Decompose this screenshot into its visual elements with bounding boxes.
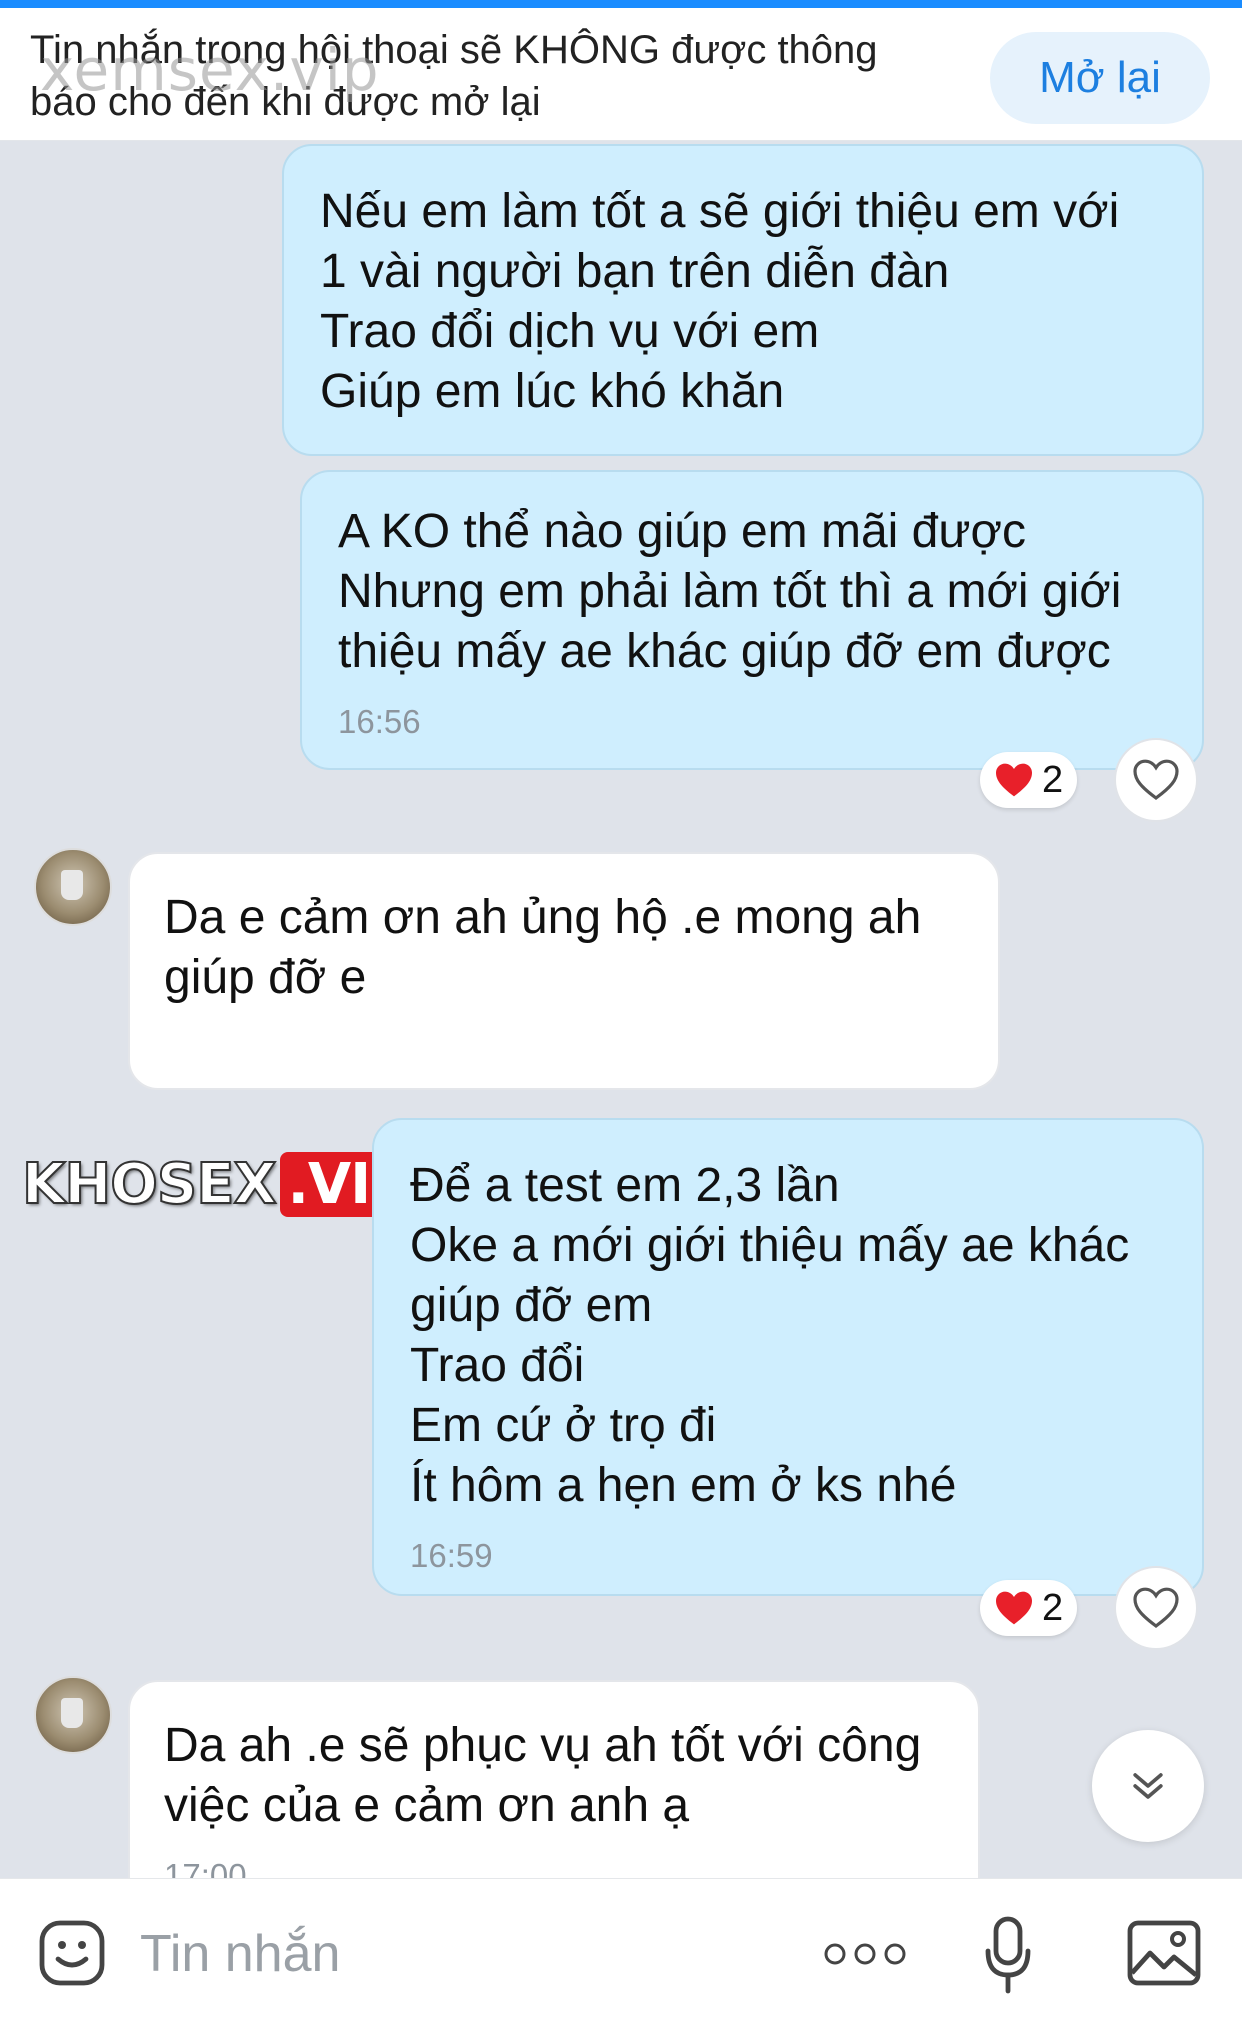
message-line: Để a test em 2,3 lần — [410, 1159, 840, 1212]
message-line: Em cứ ở trọ đi — [410, 1399, 717, 1452]
emoji-button[interactable] — [34, 1915, 110, 1991]
message-line: thiệu mấy ae khác giúp đỡ em được — [338, 625, 1111, 678]
message-input[interactable] — [140, 1919, 760, 1989]
message-line: Da ah .e sẽ phục vụ ah tốt với công — [164, 1719, 922, 1772]
scroll-to-bottom-button[interactable] — [1092, 1730, 1204, 1842]
message-line: Giúp em lúc khó khăn — [320, 365, 785, 418]
message-timestamp: 16:56 — [338, 703, 421, 740]
message-composer — [0, 1878, 1242, 2025]
message-line: 1 vài người bạn trên diễn đàn — [320, 245, 950, 298]
message-timestamp: 16:59 — [410, 1537, 493, 1574]
double-chevron-down-icon — [1133, 1773, 1163, 1799]
reaction-summary[interactable]: 2 — [980, 752, 1078, 808]
message-line: giúp đỡ em — [410, 1279, 653, 1332]
heart-outline-icon — [1133, 1587, 1179, 1628]
message-line: Ít hôm a hẹn em ở ks nhé — [410, 1459, 957, 1512]
message-line: Nếu em làm tốt a sẽ giới thiệu em với — [320, 185, 1120, 238]
message-line: Da e cảm ơn ah ủng hộ .e mong ah — [164, 891, 922, 944]
more-icon — [824, 1943, 906, 1965]
message-line: giúp đỡ e — [164, 951, 367, 1004]
message-line: A KO thể nào giúp em mãi được — [338, 505, 1026, 558]
message-line: Trao đổi — [410, 1339, 585, 1392]
contact-avatar[interactable] — [34, 848, 112, 926]
heart-icon — [996, 1591, 1032, 1625]
reopen-button[interactable]: Mở lại — [990, 32, 1210, 124]
logo-text-part1: KHOSEX — [21, 1151, 278, 1218]
more-button[interactable] — [820, 1929, 910, 1979]
heart-outline-icon — [1133, 759, 1179, 800]
incoming-message[interactable]: Da ah .e sẽ phục vụ ah tốt với công việc… — [128, 1680, 980, 1900]
microphone-button[interactable] — [978, 1913, 1038, 1997]
banner-text-line2: báo cho đến khi được mở lại — [30, 80, 541, 124]
image-icon — [1127, 1920, 1201, 1986]
message-line: Nhưng em phải làm tốt thì a mới giới — [338, 565, 1122, 618]
microphone-icon — [985, 1916, 1031, 1994]
emoji-icon — [39, 1920, 105, 1986]
incoming-message[interactable]: Da e cảm ơn ah ủng hộ .e mong ah giúp đỡ… — [128, 852, 1000, 1090]
message-line: Trao đổi dịch vụ với em — [320, 305, 820, 358]
reaction-count: 2 — [1042, 1586, 1064, 1629]
contact-avatar[interactable] — [34, 1676, 112, 1754]
message-line: việc của e cảm ơn anh ạ — [164, 1779, 690, 1832]
muted-conversation-banner: Tin nhắn trong hội thoại sẽ KHÔNG được t… — [0, 8, 1242, 141]
outgoing-message[interactable]: A KO thể nào giúp em mãi được Nhưng em p… — [300, 470, 1204, 770]
react-button[interactable] — [1114, 1566, 1198, 1650]
outgoing-message[interactable]: Để a test em 2,3 lần Oke a mới giới thiệ… — [372, 1118, 1204, 1596]
banner-text-line1: Tin nhắn trong hội thoại sẽ KHÔNG được t… — [30, 28, 878, 72]
banner-text: Tin nhắn trong hội thoại sẽ KHÔNG được t… — [30, 24, 950, 128]
message-line: Oke a mới giới thiệu mấy ae khác — [410, 1219, 1130, 1272]
reaction-count: 2 — [1042, 758, 1064, 801]
outgoing-message[interactable]: Nếu em làm tốt a sẽ giới thiệu em với 1 … — [282, 144, 1204, 456]
heart-icon — [996, 763, 1032, 797]
site-logo: KHOSEX .VIP — [21, 1148, 419, 1220]
reaction-summary[interactable]: 2 — [980, 1580, 1078, 1636]
react-button[interactable] — [1114, 738, 1198, 822]
image-button[interactable] — [1124, 1915, 1204, 1991]
top-accent-line — [0, 0, 1242, 8]
